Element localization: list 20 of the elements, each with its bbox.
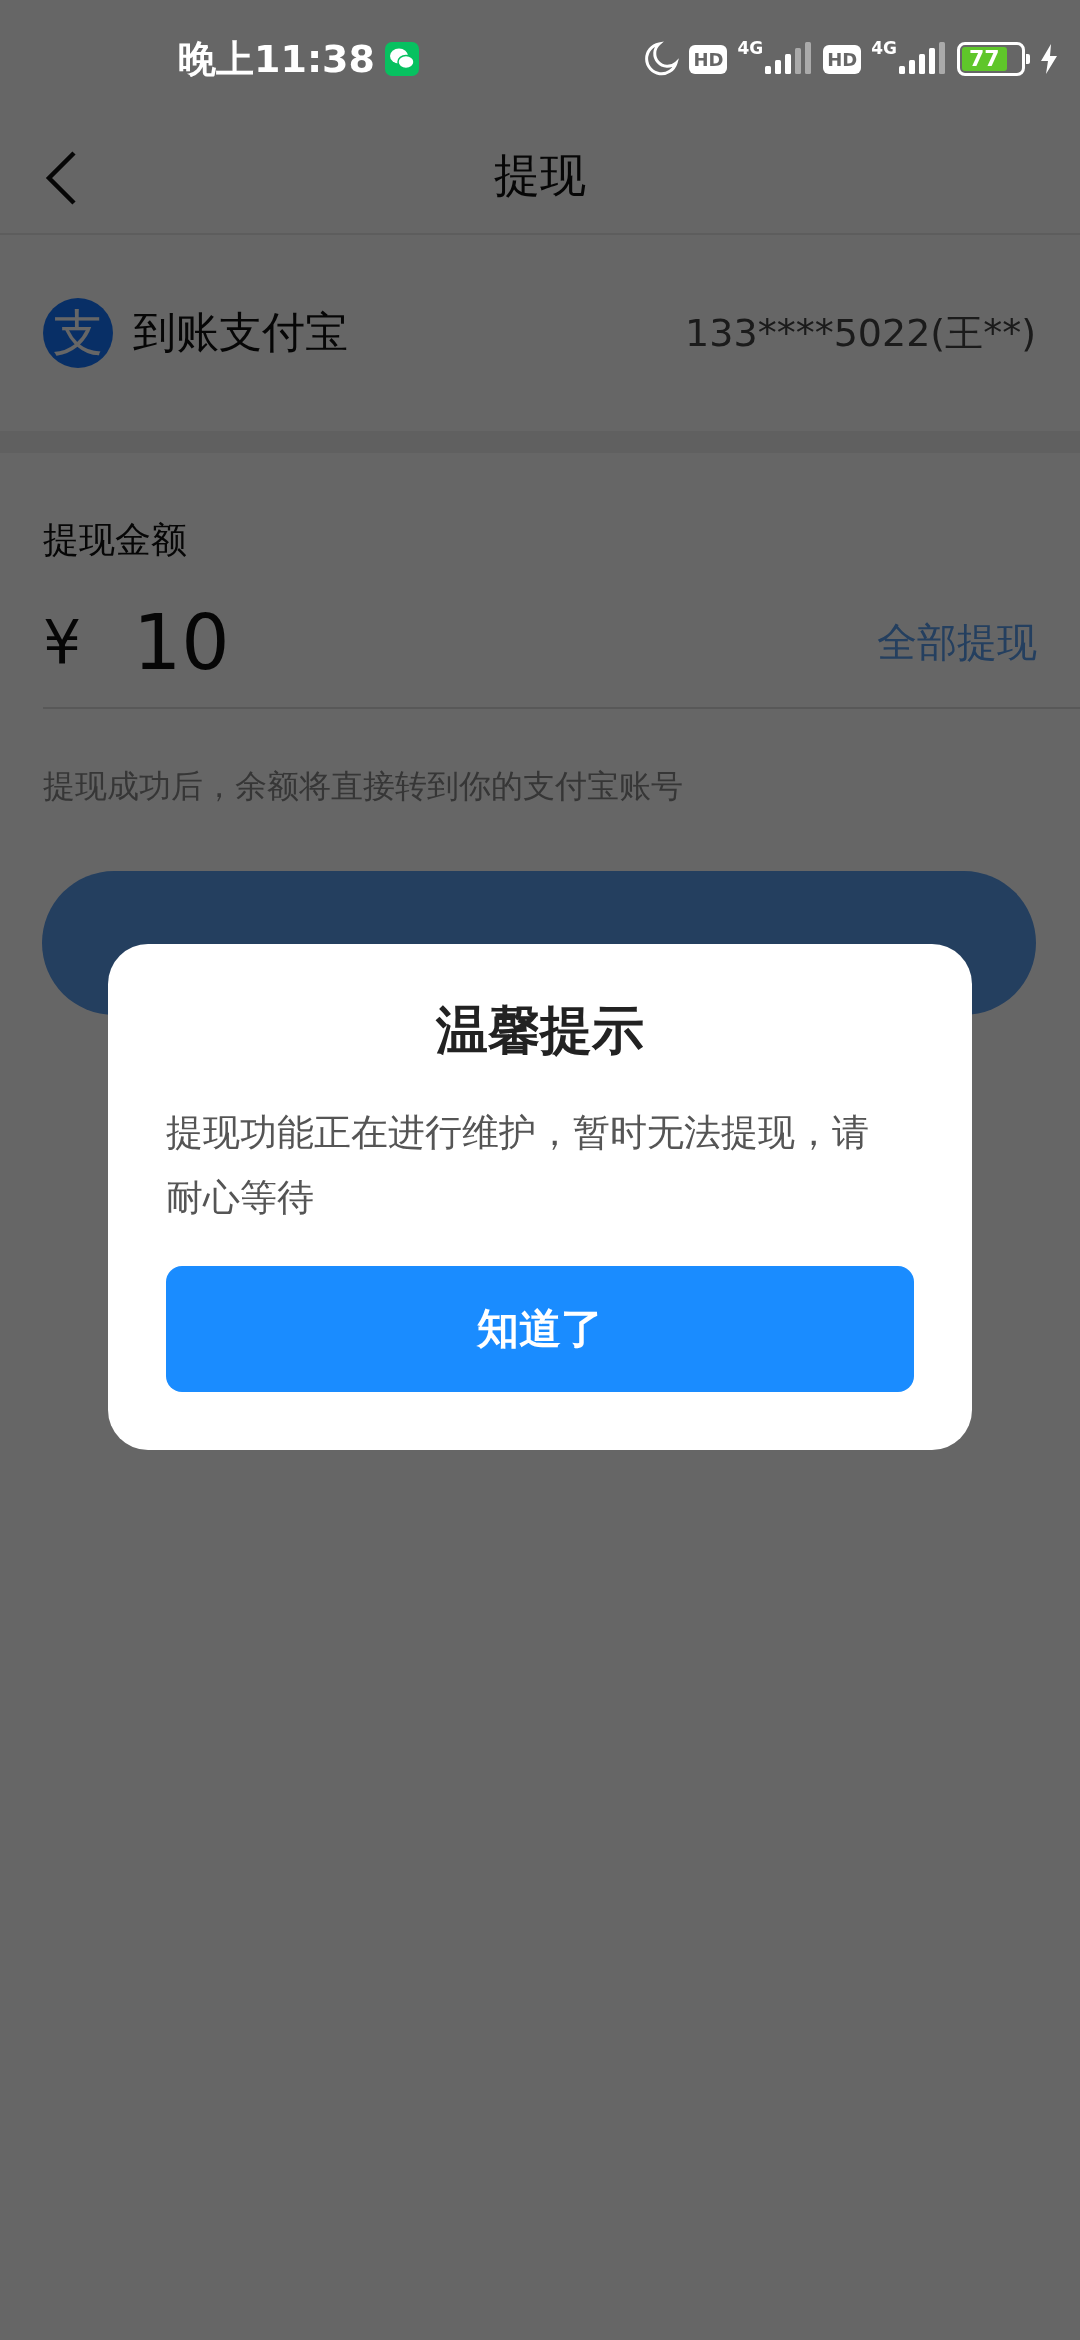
amount-value: 10	[133, 597, 231, 687]
clock-time: 晚上11:38	[178, 35, 375, 83]
moon-icon	[643, 41, 680, 77]
withdraw-all-link[interactable]: 全部提现	[877, 614, 1037, 670]
payment-logo: 支	[43, 298, 113, 368]
signal-icon	[763, 40, 814, 76]
currency-symbol: ¥	[43, 607, 83, 677]
hd-badge: HD	[823, 44, 862, 74]
account-label: 到账支付宝	[133, 306, 349, 359]
chat-app-icon	[384, 42, 419, 76]
dialog-title: 温馨提示	[434, 999, 645, 1062]
dialog-message: 提现功能正在进行维护，暂时无法提现，请耐心等待	[166, 1110, 870, 1221]
network-label: 4G	[737, 40, 764, 57]
acknowledge-button[interactable]: 知道了	[166, 1266, 914, 1392]
signal-icon	[897, 40, 947, 76]
network-label: 4G	[871, 40, 897, 57]
page-title: 提现	[494, 146, 586, 204]
account-number: 133****5022(王**)	[685, 309, 1036, 357]
hd-badge: HD	[689, 44, 728, 74]
amount-label: 提现金额	[43, 518, 188, 562]
